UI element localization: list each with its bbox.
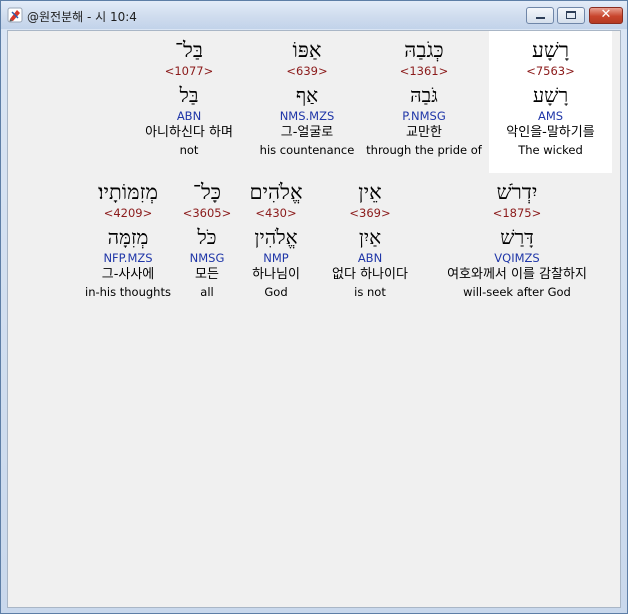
korean-gloss: 아니하신다 하며 — [145, 125, 233, 140]
minimize-icon — [536, 17, 545, 19]
word-block[interactable]: יִדְרֹשׁ <1875> דָּרַשׁ VQIMZS 여호와께서 이를 … — [426, 175, 608, 300]
word-block[interactable]: מְזִמּוֹתָיו׃ <4209> מְזִמָּה NFP.MZS 그-… — [82, 175, 174, 300]
word-block[interactable]: כְּגֹבַהּ <1361> גֹּבַהּ P.NMSG 교만한 thro… — [364, 33, 484, 158]
morphology-code: NMS.MZS — [279, 109, 335, 123]
close-icon: ✕ — [600, 7, 612, 22]
hebrew-root: אַף — [295, 83, 319, 107]
app-window: @원전분해 - 시 10:4 ✕ בַּל־ <1077> בַּל ABN 아… — [0, 0, 628, 614]
strong-number[interactable]: <1077> — [134, 63, 244, 79]
hebrew-root: דָּרַשׁ — [500, 225, 534, 249]
interlinear-view[interactable]: בַּל־ <1077> בַּל ABN 아니하신다 하며 not אַפּו… — [7, 30, 621, 608]
title-bar[interactable]: @원전분해 - 시 10:4 ✕ — [1, 1, 627, 29]
morphology-code: NFP.MZS — [103, 251, 153, 265]
word-block[interactable]: אֵין <369> אַיִן ABN 없다 하나이다 is not — [318, 175, 422, 300]
close-button[interactable]: ✕ — [589, 7, 623, 24]
word-block[interactable]: אֱלֹהִים <430> אֱלֹהִין NMP 하나님이 God — [236, 175, 316, 300]
minimize-button[interactable] — [526, 7, 554, 24]
hebrew-root: כֹּל — [197, 225, 217, 249]
morphology-code: NMP — [263, 251, 289, 265]
hebrew-word: אַפּוֹ — [292, 38, 322, 62]
strong-number[interactable]: <639> — [254, 63, 360, 79]
hebrew-word: מְזִמּוֹתָיו׃ — [98, 180, 158, 204]
korean-gloss: 교만한 — [406, 125, 442, 140]
english-gloss: his countenance — [259, 143, 355, 157]
hebrew-root: רָשָׁע — [532, 83, 569, 107]
strong-number[interactable]: <3605> — [178, 205, 236, 221]
word-block[interactable]: כָּל־ <3605> כֹּל NMSG 모든 all — [178, 175, 236, 300]
word-block-selected[interactable]: רָשָׁע <7563> רָשָׁע AMS 악인을-말하기를 The wi… — [489, 31, 612, 173]
hebrew-word: כָּל־ — [192, 180, 222, 204]
english-gloss: all — [200, 285, 214, 299]
english-gloss: is not — [354, 285, 386, 299]
english-gloss: will-seek after God — [463, 285, 571, 299]
hebrew-root: בַּל — [179, 83, 199, 107]
strong-number[interactable]: <1875> — [426, 205, 608, 221]
hebrew-root: מְזִמָּה — [107, 225, 149, 249]
english-gloss: God — [264, 285, 288, 299]
english-gloss: through the pride of — [366, 143, 482, 157]
hebrew-root: אֱלֹהִין — [254, 225, 298, 249]
english-gloss: not — [179, 143, 199, 157]
morphology-code: AMS — [537, 109, 564, 123]
korean-gloss: 모든 — [195, 267, 219, 282]
maximize-icon — [566, 11, 576, 19]
strong-number[interactable]: <4209> — [82, 205, 174, 221]
hebrew-root: אַיִן — [358, 225, 382, 249]
korean-gloss: 여호와께서 이를 감찰하지 — [447, 267, 587, 282]
korean-gloss: 그-얼굴로 — [280, 125, 334, 140]
morphology-code: ABN — [357, 251, 383, 265]
word-block[interactable]: אַפּוֹ <639> אַף NMS.MZS 그-얼굴로 his count… — [254, 33, 360, 158]
korean-gloss: 악인을-말하기를 — [506, 125, 595, 140]
english-gloss: in-his thoughts — [85, 285, 171, 299]
strong-number[interactable]: <369> — [318, 205, 422, 221]
strong-number[interactable]: <1361> — [364, 63, 484, 79]
korean-gloss: 없다 하나이다 — [332, 267, 408, 282]
hebrew-root: גֹּבַהּ — [410, 83, 438, 107]
morphology-code: ABN — [176, 109, 202, 123]
hebrew-word: אֱלֹהִים — [249, 180, 303, 204]
word-block[interactable]: בַּל־ <1077> בַּל ABN 아니하신다 하며 not — [134, 33, 244, 158]
morphology-code: NMSG — [189, 251, 225, 265]
hebrew-word: בַּל־ — [175, 38, 203, 62]
window-title: @원전분해 - 시 10:4 — [27, 10, 137, 24]
hebrew-word: יִדְרֹשׁ — [496, 180, 538, 204]
morphology-code: P.NMSG — [402, 109, 446, 123]
korean-gloss: 하나님이 — [252, 267, 300, 282]
strong-number[interactable]: <430> — [236, 205, 316, 221]
english-gloss: The wicked — [518, 143, 583, 157]
strong-number[interactable]: <7563> — [489, 63, 612, 79]
hebrew-word: אֵין — [358, 180, 382, 204]
morphology-code: VQIMZS — [494, 251, 540, 265]
hebrew-word: רָשָׁע — [531, 38, 570, 62]
hebrew-word: כְּגֹבַהּ — [404, 38, 444, 62]
maximize-button[interactable] — [557, 7, 585, 24]
app-icon[interactable] — [7, 7, 23, 23]
korean-gloss: 그-사사에 — [101, 267, 155, 282]
